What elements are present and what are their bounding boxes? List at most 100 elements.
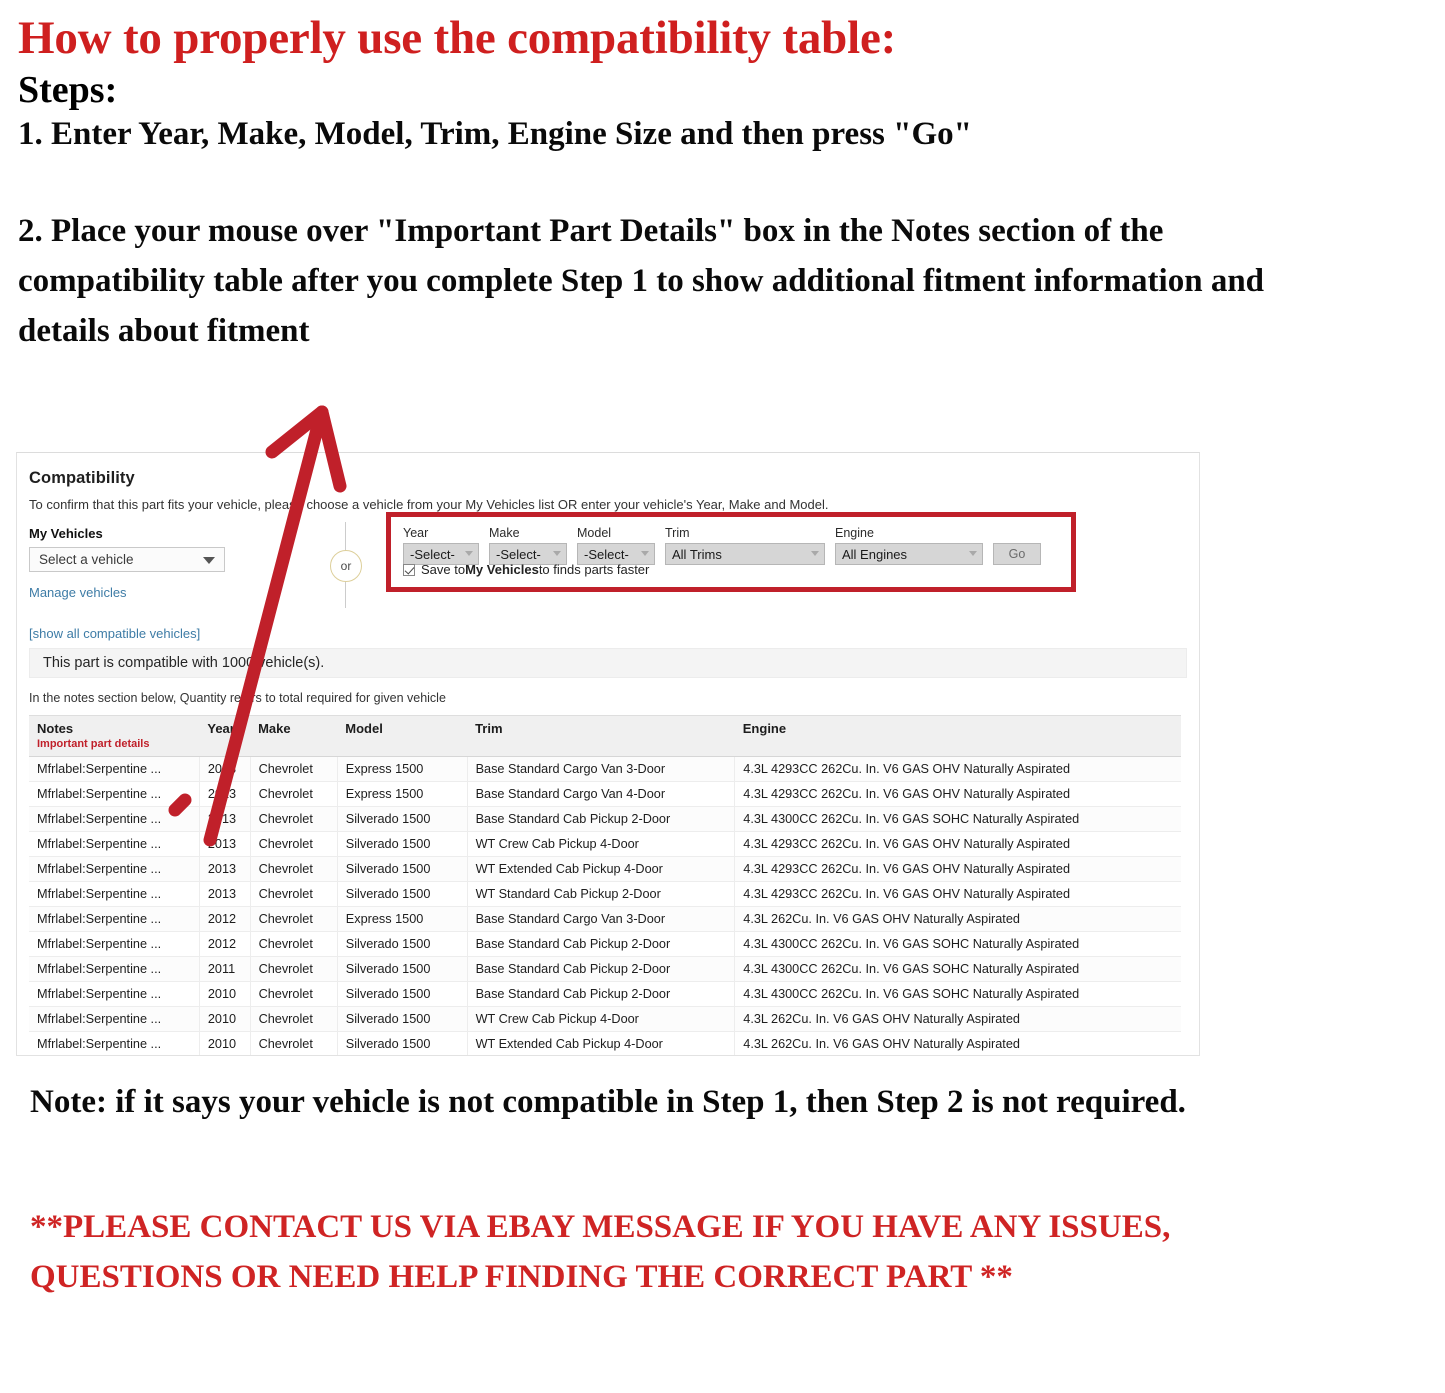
compatibility-subtitle: To confirm that this part fits your vehi… — [29, 497, 829, 512]
table-row[interactable]: Mfrlabel:Serpentine ... 2013 Chevrolet Silv… — [29, 831, 1181, 857]
table-row[interactable]: Mfrlabel:Serpentine ... 2013 Chevrolet Expr… — [29, 781, 1181, 807]
my-vehicles-section: My Vehicles Select a vehicle Manage vehi… — [29, 526, 279, 641]
cell-model: Silverado 1500 — [337, 856, 468, 882]
cell-engine: 4.3L 4293CC 262Cu. In. V6 GAS OHV Natura… — [734, 781, 1181, 807]
notes-header-label: Notes — [37, 721, 74, 736]
column-header-year: Year — [199, 715, 251, 757]
cell-notes: Mfrlabel:Serpentine ... — [29, 906, 200, 932]
steps-label: Steps: — [18, 69, 118, 112]
table-row[interactable]: Mfrlabel:Serpentine ... 2013 Chevrolet Silv… — [29, 856, 1181, 882]
column-header-make: Make — [250, 715, 338, 757]
cell-notes: Mfrlabel:Serpentine ... — [29, 956, 200, 982]
table-row[interactable]: Mfrlabel:Serpentine ... 2013 Chevrolet Silv… — [29, 806, 1181, 832]
table-row[interactable]: Mfrlabel:Serpentine ... 2010 Chevrolet Silv… — [29, 1006, 1181, 1032]
cell-engine: 4.3L 4300CC 262Cu. In. V6 GAS SOHC Natur… — [734, 931, 1181, 957]
cell-engine: 4.3L 4293CC 262Cu. In. V6 GAS OHV Natura… — [734, 831, 1181, 857]
cell-trim: Base Standard Cab Pickup 2-Door — [467, 981, 736, 1007]
cell-notes: Mfrlabel:Serpentine ... — [29, 1031, 200, 1055]
cell-model: Silverado 1500 — [337, 981, 468, 1007]
cell-engine: 4.3L 262Cu. In. V6 GAS OHV Naturally Asp… — [734, 1006, 1181, 1032]
cell-model: Silverado 1500 — [337, 1006, 468, 1032]
cell-engine: 4.3L 4293CC 262Cu. In. V6 GAS OHV Natura… — [734, 756, 1181, 782]
ymmte-form: Year -Select- Make -Select- Model -Selec… — [403, 526, 1041, 565]
contact-us-text: **PLEASE CONTACT US VIA EBAY MESSAGE IF … — [30, 1209, 1171, 1296]
step-2-text: 2. Place your mouse over "Important Part… — [18, 212, 1265, 350]
go-button[interactable]: Go — [993, 543, 1041, 565]
cell-notes: Mfrlabel:Serpentine ... — [29, 831, 200, 857]
my-vehicles-select[interactable]: Select a vehicle — [29, 547, 225, 572]
cell-notes: Mfrlabel:Serpentine ... — [29, 781, 200, 807]
cell-model: Silverado 1500 — [337, 831, 468, 857]
engine-select-value: All Engines — [842, 546, 908, 562]
or-divider-label: or — [330, 550, 362, 582]
cell-make: Chevrolet — [250, 881, 338, 907]
table-header-row: Notes Important part details Year Make M… — [29, 715, 1181, 757]
chevron-down-icon — [553, 551, 561, 556]
table-row[interactable]: Mfrlabel:Serpentine ... 2013 Chevrolet Silv… — [29, 881, 1181, 907]
compatibility-panel: Compatibility To confirm that this part … — [16, 452, 1200, 1056]
cell-trim: Base Standard Cab Pickup 2-Door — [467, 806, 736, 832]
page-title: How to properly use the compatibility ta… — [18, 12, 897, 64]
save-prefix-text: Save to — [421, 562, 466, 577]
cell-trim: WT Crew Cab Pickup 4-Door — [467, 831, 736, 857]
engine-select[interactable]: All Engines — [835, 543, 983, 565]
trim-select-value: All Trims — [672, 546, 722, 562]
trim-select[interactable]: All Trims — [665, 543, 825, 565]
bottom-note-text: Note: if it says your vehicle is not com… — [30, 1084, 1186, 1120]
cell-model: Silverado 1500 — [337, 881, 468, 907]
engine-label: Engine — [835, 526, 874, 540]
cell-make: Chevrolet — [250, 831, 338, 857]
cell-trim: Base Standard Cargo Van 3-Door — [467, 906, 736, 932]
cell-trim: Base Standard Cab Pickup 2-Door — [467, 956, 736, 982]
year-label: Year — [403, 526, 429, 540]
table-row[interactable]: Mfrlabel:Serpentine ... 2011 Chevrolet Silv… — [29, 956, 1181, 982]
show-all-compatible-vehicles-link[interactable]: [show all compatible vehicles] — [29, 626, 279, 641]
compatibility-count-text: This part is compatible with 1000 vehicl… — [43, 655, 325, 671]
save-to-my-vehicles-checkbox[interactable] — [403, 563, 415, 576]
table-row[interactable]: Mfrlabel:Serpentine ... 2010 Chevrolet Silv… — [29, 1031, 1181, 1055]
save-bold-text: My Vehicles — [465, 562, 539, 577]
cell-engine: 4.3L 4300CC 262Cu. In. V6 GAS SOHC Natur… — [734, 806, 1181, 832]
compatibility-count-bar: This part is compatible with 1000 vehicl… — [29, 648, 1187, 678]
cell-engine: 4.3L 4300CC 262Cu. In. V6 GAS SOHC Natur… — [734, 956, 1181, 982]
cell-model: Silverado 1500 — [337, 956, 468, 982]
cell-trim: WT Crew Cab Pickup 4-Door — [467, 1006, 736, 1032]
table-row[interactable]: Mfrlabel:Serpentine ... 2012 Chevrolet Silv… — [29, 931, 1181, 957]
cell-notes: Mfrlabel:Serpentine ... — [29, 856, 200, 882]
table-row[interactable]: Mfrlabel:Serpentine ... 2010 Chevrolet Silv… — [29, 981, 1181, 1007]
chevron-down-icon — [969, 551, 977, 556]
cell-make: Chevrolet — [250, 956, 338, 982]
cell-trim: WT Standard Cab Pickup 2-Door — [467, 881, 736, 907]
make-select-value: -Select- — [496, 546, 541, 562]
cell-trim: Base Standard Cargo Van 4-Door — [467, 781, 736, 807]
cell-year: 2013 — [199, 806, 251, 832]
important-part-details-label: Important part details — [37, 738, 150, 750]
cell-year: 2013 — [199, 881, 251, 907]
cell-engine: 4.3L 4300CC 262Cu. In. V6 GAS SOHC Natur… — [734, 981, 1181, 1007]
cell-model: Express 1500 — [337, 756, 468, 782]
cell-notes: Mfrlabel:Serpentine ... — [29, 806, 200, 832]
column-header-trim: Trim — [467, 715, 735, 757]
cell-notes: Mfrlabel:Serpentine ... — [29, 981, 200, 1007]
table-row[interactable]: Mfrlabel:Serpentine ... 2012 Chevrolet Expr… — [29, 906, 1181, 932]
or-divider: or — [321, 522, 371, 608]
chevron-down-icon — [203, 557, 215, 564]
cell-model: Silverado 1500 — [337, 806, 468, 832]
year-select-value: -Select- — [410, 546, 455, 562]
cell-make: Chevrolet — [250, 931, 338, 957]
model-label: Model — [577, 526, 612, 540]
cell-trim: Base Standard Cab Pickup 2-Door — [467, 931, 736, 957]
model-field: Model -Select- — [577, 526, 655, 565]
engine-field: Engine All Engines — [835, 526, 983, 565]
chevron-down-icon — [465, 551, 473, 556]
my-vehicles-select-value: Select a vehicle — [39, 552, 134, 567]
manage-vehicles-link[interactable]: Manage vehicles — [29, 585, 279, 600]
cell-year: 2013 — [199, 756, 251, 782]
save-to-my-vehicles-row[interactable]: Save to My Vehicles to finds parts faste… — [403, 562, 649, 577]
make-field: Make -Select- — [489, 526, 567, 565]
cell-year: 2012 — [199, 931, 251, 957]
table-row[interactable]: Mfrlabel:Serpentine ... 2013 Chevrolet Expr… — [29, 756, 1181, 782]
column-header-model: Model — [337, 715, 468, 757]
cell-engine: 4.3L 4293CC 262Cu. In. V6 GAS OHV Natura… — [734, 856, 1181, 882]
cell-engine: 4.3L 262Cu. In. V6 GAS OHV Naturally Asp… — [734, 906, 1181, 932]
